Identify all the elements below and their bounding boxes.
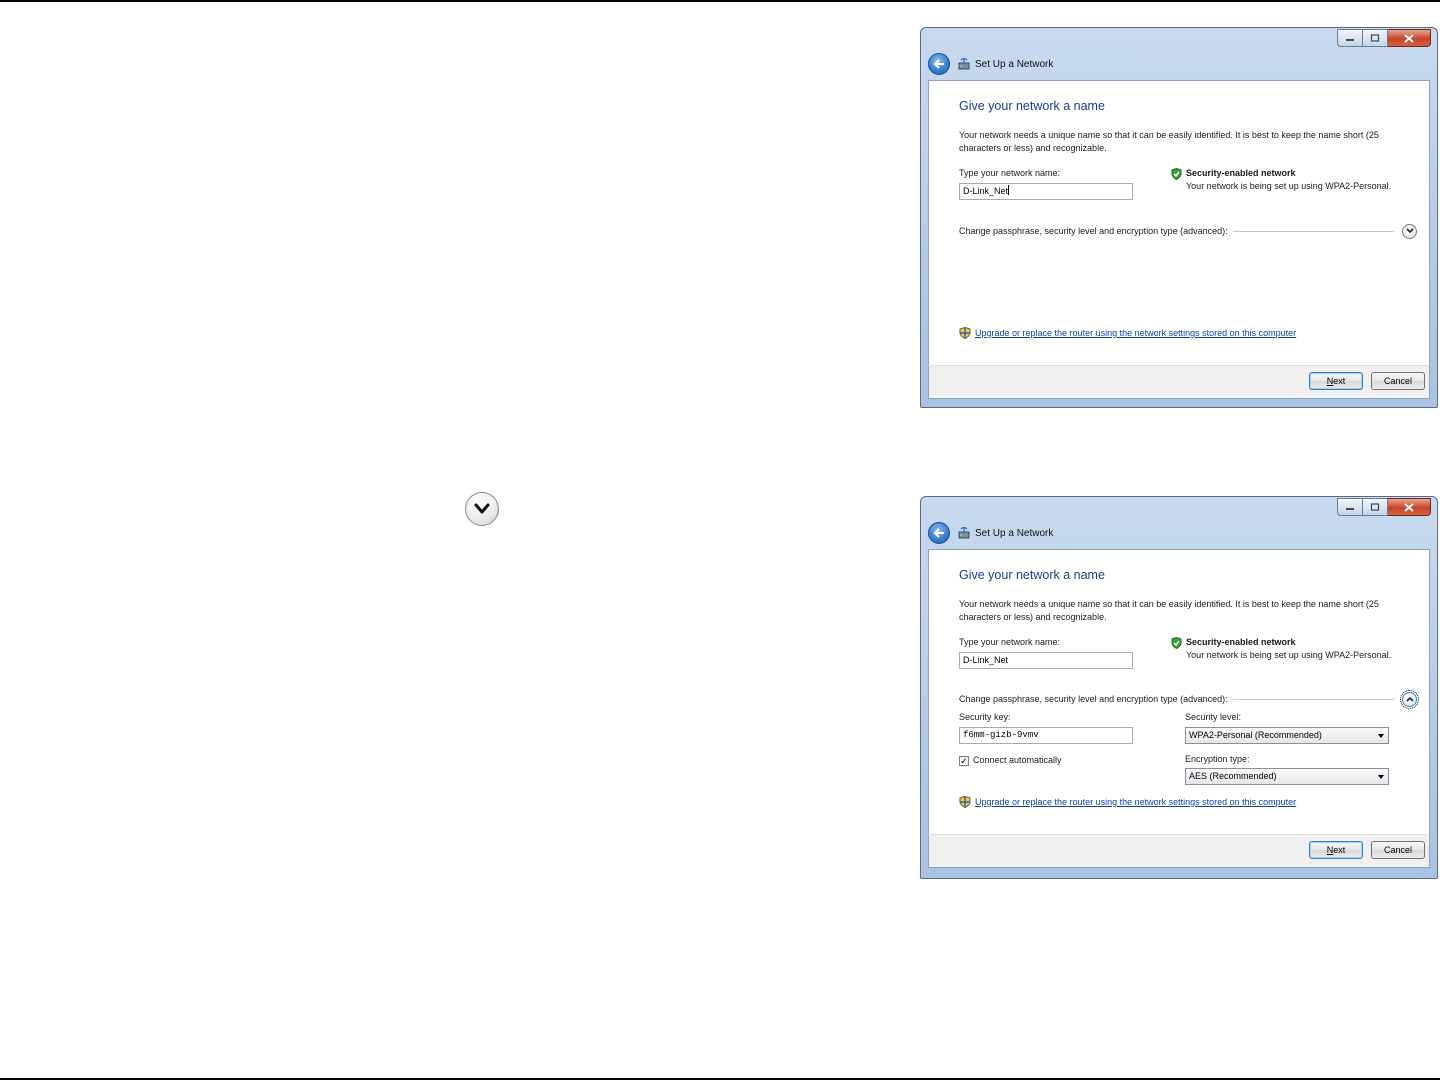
maximize-button[interactable] <box>1363 29 1388 47</box>
encryption-type-label: Encryption type: <box>1185 754 1250 764</box>
security-key-input[interactable]: f6mm-gizb-9vmv <box>959 727 1133 744</box>
back-button[interactable] <box>928 53 950 75</box>
connect-automatically-checkbox[interactable]: ✓ <box>959 756 969 766</box>
security-level-select[interactable]: WPA2-Personal (Recommended) <box>1185 727 1389 744</box>
chevron-down-icon <box>465 492 499 526</box>
network-name-label: Type your network name: <box>959 637 1061 647</box>
maximize-icon <box>1370 503 1380 511</box>
back-arrow-icon <box>933 59 944 69</box>
network-name-input[interactable]: D-Link_Net <box>959 183 1133 200</box>
advanced-options-label: Change passphrase, security level and en… <box>959 226 1228 236</box>
uac-shield-icon <box>959 327 971 339</box>
next-button[interactable]: Next <box>1309 841 1363 859</box>
maximize-button[interactable] <box>1363 498 1388 516</box>
caption-buttons <box>1337 498 1431 516</box>
wizard-content: Give your network a name Your network ne… <box>928 549 1430 835</box>
page-heading: Give your network a name <box>959 99 1105 113</box>
minimize-button[interactable] <box>1337 498 1363 516</box>
setup-network-window-expanded: Set Up a Network Give your network a nam… <box>920 496 1438 879</box>
uac-shield-icon <box>959 796 971 808</box>
shield-check-icon <box>1171 168 1182 180</box>
dropdown-arrow-icon <box>1378 734 1384 738</box>
window-title: Set Up a Network <box>975 527 1054 539</box>
upgrade-router-row: Upgrade or replace the router using the … <box>959 796 1296 808</box>
security-status-subtitle: Your network is being set up using WPA2-… <box>1186 181 1392 191</box>
close-icon <box>1404 502 1414 512</box>
security-level-value: WPA2-Personal (Recommended) <box>1189 730 1322 740</box>
advanced-options-row: Change passphrase, security level and en… <box>959 689 1419 709</box>
close-button[interactable] <box>1388 29 1431 47</box>
page-top-rule <box>0 0 1440 2</box>
back-arrow-icon <box>933 528 944 538</box>
minimize-icon <box>1346 508 1354 510</box>
upgrade-router-link[interactable]: Upgrade or replace the router using the … <box>975 328 1296 338</box>
chevron-down-icon <box>1405 228 1414 234</box>
title-row: Set Up a Network <box>928 52 1053 76</box>
network-name-input[interactable]: D-Link_Net <box>959 652 1133 669</box>
network-setup-icon <box>958 527 970 539</box>
advanced-options-label: Change passphrase, security level and en… <box>959 694 1228 704</box>
page-description: Your network needs a unique name so that… <box>959 599 1379 622</box>
security-level-label: Security level: <box>1185 712 1242 722</box>
close-icon <box>1404 33 1414 43</box>
network-name-value: D-Link_Net <box>963 186 1009 196</box>
cancel-button[interactable]: Cancel <box>1371 841 1425 859</box>
encryption-type-value: AES (Recommended) <box>1189 771 1277 781</box>
text-caret <box>1008 185 1010 195</box>
window-title: Set Up a Network <box>975 58 1054 70</box>
expand-advanced-button[interactable] <box>1402 223 1417 239</box>
upgrade-router-row: Upgrade or replace the router using the … <box>959 327 1296 339</box>
next-label-rest: ext <box>1333 845 1346 855</box>
cancel-button[interactable]: Cancel <box>1371 372 1425 390</box>
next-label-rest: ext <box>1333 376 1346 386</box>
wizard-content: Give your network a name Your network ne… <box>928 80 1430 366</box>
close-button[interactable] <box>1388 498 1431 516</box>
page-bottom-rule <box>0 1078 1440 1080</box>
connect-automatically-label[interactable]: Connect automatically <box>973 755 1062 765</box>
security-key-label: Security key: <box>959 712 1011 722</box>
upgrade-router-link[interactable]: Upgrade or replace the router using the … <box>975 797 1296 807</box>
minimize-button[interactable] <box>1337 29 1363 47</box>
page-heading: Give your network a name <box>959 568 1105 582</box>
security-status-title: Security-enabled network <box>1186 168 1296 178</box>
advanced-divider <box>1232 698 1394 700</box>
title-row: Set Up a Network <box>928 521 1053 545</box>
caption-buttons <box>1337 29 1431 47</box>
network-name-label: Type your network name: <box>959 168 1061 178</box>
security-status-title: Security-enabled network <box>1186 637 1296 647</box>
setup-network-window-collapsed: Set Up a Network Give your network a nam… <box>920 27 1438 408</box>
next-button[interactable]: Next <box>1309 372 1363 390</box>
network-setup-icon <box>958 58 970 70</box>
back-button[interactable] <box>928 522 950 544</box>
wizard-footer: Next Cancel <box>928 834 1430 868</box>
encryption-type-select[interactable]: AES (Recommended) <box>1185 768 1389 785</box>
wizard-footer: Next Cancel <box>928 365 1430 399</box>
page-description: Your network needs a unique name so that… <box>959 130 1379 153</box>
advanced-options-row: Change passphrase, security level and en… <box>959 223 1417 239</box>
shield-check-icon <box>1171 637 1182 649</box>
chevron-up-icon <box>1405 696 1414 702</box>
security-status-subtitle: Your network is being set up using WPA2-… <box>1186 650 1392 660</box>
minimize-icon <box>1346 39 1354 41</box>
advanced-divider <box>1232 230 1394 232</box>
collapse-advanced-button[interactable] <box>1400 689 1419 709</box>
maximize-icon <box>1370 34 1380 42</box>
dropdown-arrow-icon <box>1378 775 1384 779</box>
network-name-value: D-Link_Net <box>963 655 1009 665</box>
